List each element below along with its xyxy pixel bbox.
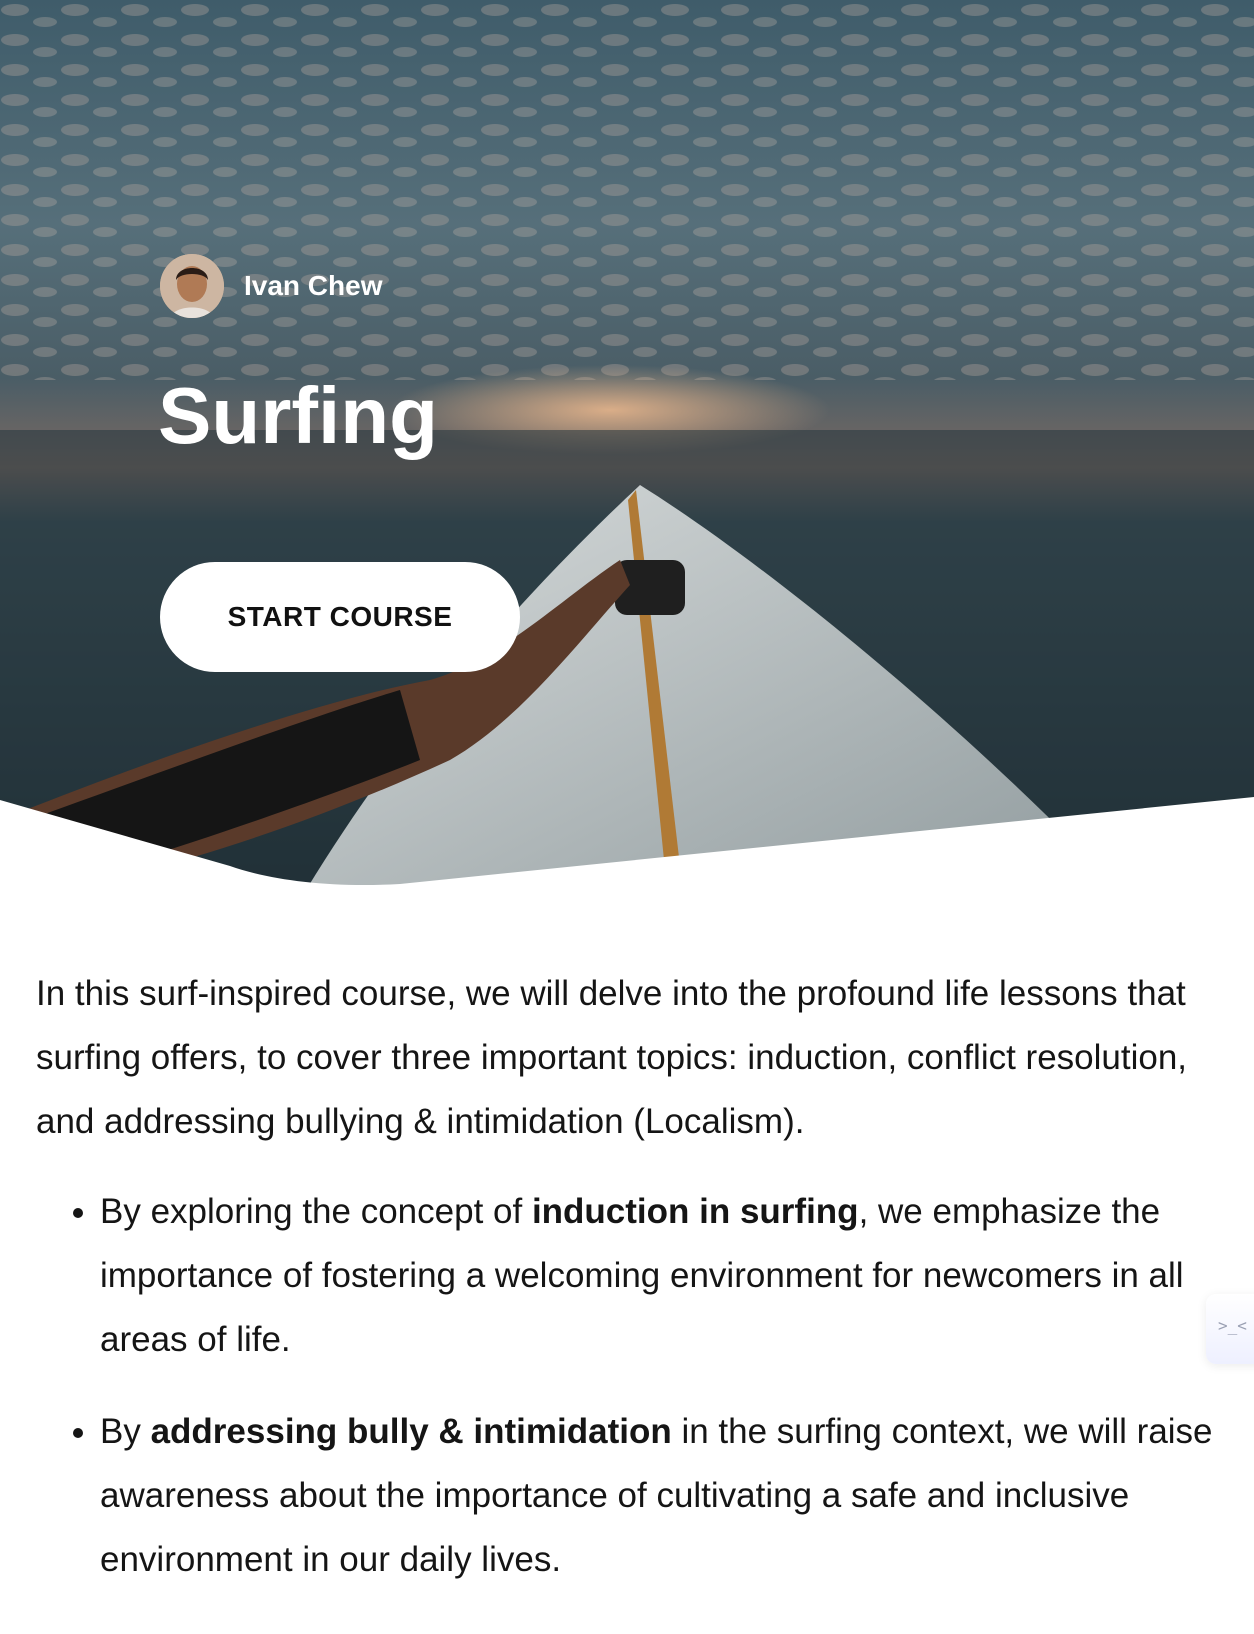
start-course-button[interactable]: START COURSE: [160, 562, 520, 672]
feedback-widget-tab[interactable]: >_<: [1206, 1294, 1254, 1364]
list-item: By exploring the concept of induction in…: [100, 1180, 1216, 1372]
intro-paragraph: In this surf-inspired course, we will de…: [36, 974, 1188, 1141]
author-info[interactable]: Ivan Chew: [160, 254, 382, 318]
topic-list: By exploring the concept of induction in…: [36, 1180, 1216, 1592]
list-item-emphasis: addressing bully & intimidation: [150, 1412, 672, 1451]
list-item: By addressing bully & intimidation in th…: [100, 1400, 1216, 1592]
course-description: In this surf-inspired course, we will de…: [36, 962, 1216, 1620]
course-hero: Ivan Chew Surfing START COURSE: [0, 0, 1254, 900]
avatar-photo-icon: [160, 254, 224, 318]
author-name[interactable]: Ivan Chew: [244, 270, 382, 302]
author-avatar[interactable]: [160, 254, 224, 318]
feedback-face-icon: >_<: [1218, 1316, 1247, 1335]
list-item-text: By exploring the concept of: [100, 1192, 532, 1231]
list-item-text: By: [100, 1412, 151, 1451]
course-title: Surfing: [158, 371, 438, 460]
list-item-emphasis: induction in surfing: [531, 1192, 859, 1231]
